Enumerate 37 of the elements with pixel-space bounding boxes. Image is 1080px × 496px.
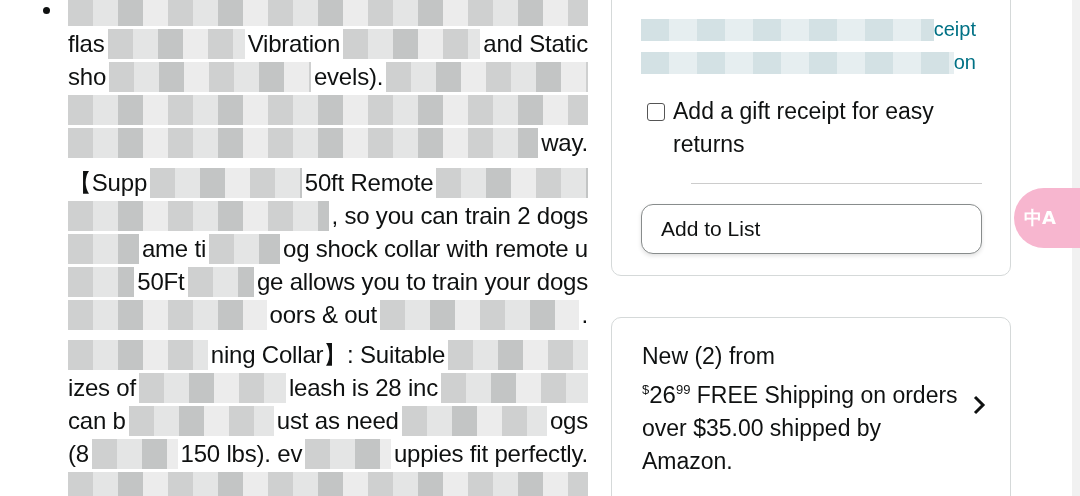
redaction-block xyxy=(187,266,254,297)
chevron-icon[interactable] xyxy=(972,394,986,416)
text-fragment: leash is 28 inc xyxy=(288,373,439,402)
text-fragment: ust as need xyxy=(276,406,399,435)
text-fragment: og shock collar with remote u xyxy=(283,234,588,263)
text-fragment: 50Ft xyxy=(137,267,185,296)
text-fragment: evels). xyxy=(313,62,384,91)
text-fragment: and Static xyxy=(483,29,588,58)
text-fragment: , so you can train 2 dogs xyxy=(331,201,588,230)
redaction-block xyxy=(209,233,280,264)
text-fragment: izes of xyxy=(68,373,136,402)
text-fragment: 150 lbs). ev xyxy=(180,439,303,468)
text-fragment: ogs xyxy=(549,406,588,435)
offers-card[interactable]: New (2) from $^{$}$26$^{99}$ FREE Shipping on orders over $35.00 shipped by Amazon. xyxy=(611,317,1011,496)
text-fragment: ceipt xyxy=(933,18,976,41)
text-fragment: ge allows you to train your dogs xyxy=(256,267,588,296)
text-fragment: flas xyxy=(68,29,105,58)
text-fragment: (8 xyxy=(68,439,89,468)
redaction-block xyxy=(68,233,139,264)
text-fragment: Vibration xyxy=(247,29,341,58)
text-fragment: ame ti xyxy=(141,234,207,263)
checkbox[interactable] xyxy=(647,103,665,121)
text-fragment: 50ft Remote xyxy=(304,168,434,197)
gift-receipt-label[interactable]: Add a gift receipt for easy returns xyxy=(673,95,971,161)
text-fragment: uppies fit perfectly. xyxy=(393,439,588,468)
text-fragment: sho xyxy=(68,62,107,91)
text-fragment: way. xyxy=(541,128,588,157)
price-and-shipping-text: $^{$}$26$^{99}$ FREE Shipping on orders over $35.00 shipped by Amazon. xyxy=(642,380,959,476)
text-fragment: 【Supp xyxy=(68,167,148,198)
text-fragment: oors & out xyxy=(269,300,377,329)
text-fragment: can b xyxy=(68,406,126,435)
redaction-block xyxy=(68,266,135,297)
offers-heading: New (2) from xyxy=(642,342,776,371)
text-fragment: . xyxy=(581,300,588,329)
add-to-list-button[interactable]: Add to List xyxy=(641,204,982,254)
text-fragment: on xyxy=(953,51,976,74)
text-fragment: ning Collar】: Suitable xyxy=(210,339,446,370)
